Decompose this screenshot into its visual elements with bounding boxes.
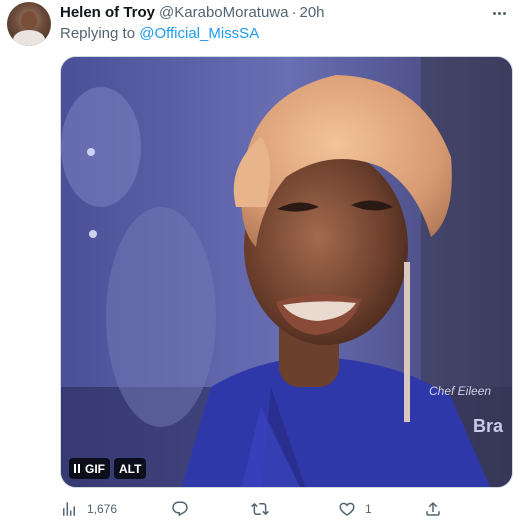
author-handle[interactable]: @KaraboMoratuwa (159, 4, 288, 21)
reply-icon (172, 501, 188, 517)
tweet-header: Helen of Troy @KaraboMoratuwa · 20h (60, 4, 325, 22)
author-name[interactable]: Helen of Troy (60, 4, 155, 21)
more-icon[interactable] (488, 4, 510, 22)
chyron-text: Chef Eileen (429, 384, 491, 398)
share-icon (426, 501, 440, 516)
like-count: 1 (365, 502, 372, 516)
separator-dot: · (291, 4, 297, 21)
like-button[interactable]: 1 (338, 498, 372, 520)
gif-media[interactable]: Chef Eileen Bra (60, 56, 513, 488)
alt-badge[interactable]: ALT (114, 458, 147, 479)
share-button[interactable] (424, 498, 442, 520)
views-count: 1,676 (87, 502, 118, 516)
retweet-icon (251, 502, 269, 516)
replying-to-label: Replying to (60, 25, 140, 42)
reply-mention-link[interactable]: @Official_MissSA (139, 25, 259, 42)
like-icon (339, 502, 355, 516)
retweet-button[interactable] (251, 498, 278, 520)
tweet[interactable]: Helen of Troy @KaraboMoratuwa · 20h Repl… (0, 0, 522, 523)
tweet-actions: 1,676 1 (60, 498, 500, 520)
pause-icon[interactable] (74, 464, 80, 473)
replying-to: Replying to @Official_MissSA (60, 25, 259, 42)
gif-controls: GIF ALT (69, 458, 147, 479)
views-icon (63, 502, 75, 516)
timestamp[interactable]: 20h (300, 4, 325, 21)
views-button[interactable]: 1,676 (60, 498, 117, 520)
gif-frame-image: Chef Eileen Bra (61, 57, 512, 487)
network-logo-text: Bra (473, 416, 504, 436)
gif-label: GIF (85, 461, 105, 476)
gif-badge[interactable]: GIF (69, 458, 110, 479)
reply-button[interactable] (171, 498, 198, 520)
avatar[interactable] (7, 2, 51, 46)
